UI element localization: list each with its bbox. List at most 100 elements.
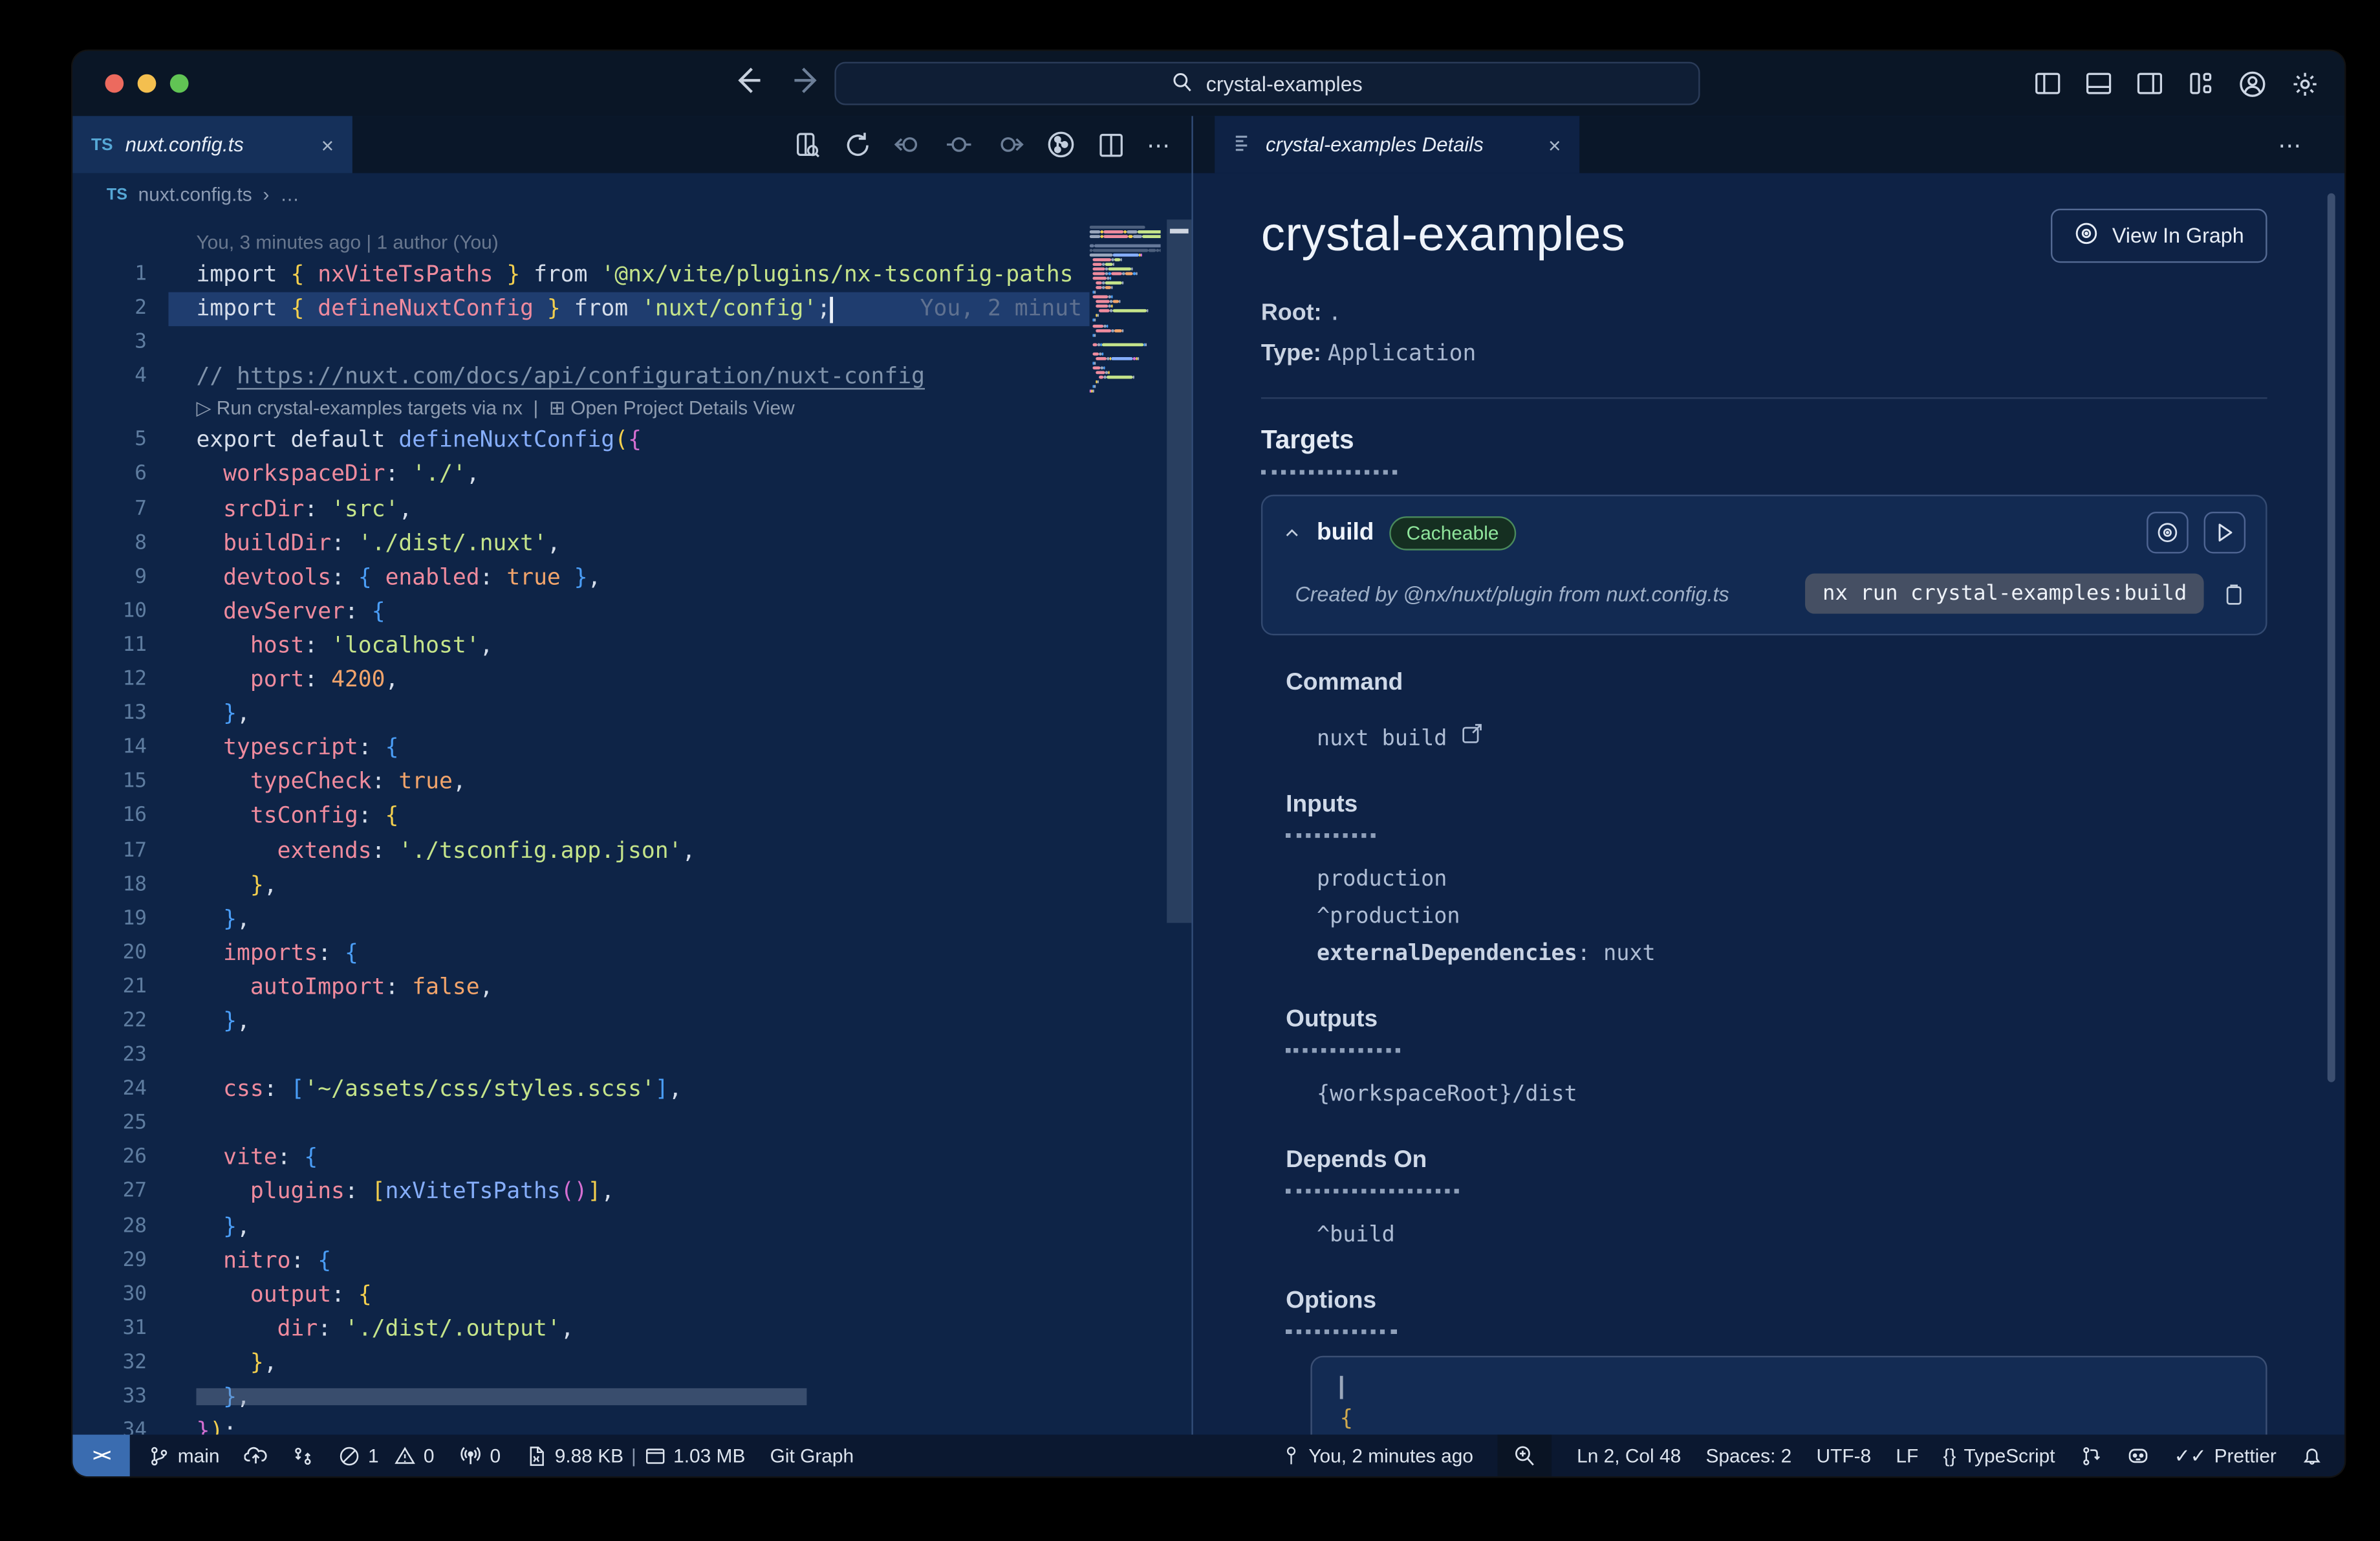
ports-item[interactable]: 0 — [459, 1444, 501, 1467]
code-line[interactable]: 1 import { nxViteTsPaths } from '@nx/vite… — [72, 258, 1089, 292]
codelens-row[interactable]: ▷ Run crystal-examples targets via nx | … — [72, 395, 1089, 424]
input-item: ^production — [1316, 904, 1460, 930]
code-line[interactable]: 29 nitro: { — [72, 1244, 1089, 1278]
split-editor-icon[interactable] — [1098, 131, 1125, 158]
code-line[interactable]: 25 — [72, 1108, 1089, 1142]
command-value[interactable]: nuxt build — [1317, 721, 2267, 758]
panel-more-actions-icon[interactable]: ⋯ — [2278, 116, 2344, 173]
code-line[interactable]: 13}, — [72, 697, 1089, 732]
code-line[interactable]: 4// https://nuxt.com/docs/api/configurat… — [72, 360, 1089, 395]
options-json-editor[interactable]: { "cwd": "."} — [1310, 1355, 2267, 1435]
remote-indicator[interactable]: >< — [72, 1434, 130, 1477]
publish-icon[interactable] — [244, 1444, 268, 1467]
breadcrumb-more[interactable]: … — [280, 184, 299, 205]
previous-change-icon[interactable] — [893, 130, 922, 159]
code-line[interactable]: 15 typeCheck: true, — [72, 766, 1089, 800]
code-line[interactable]: 14 typescript: { — [72, 732, 1089, 766]
next-change-icon[interactable] — [995, 130, 1024, 159]
prettier-item[interactable]: ✓✓ Prettier — [2174, 1444, 2277, 1467]
code-line[interactable]: 5 export default defineNuxtConfig({ — [72, 424, 1089, 459]
code-line[interactable]: 3 — [72, 327, 1089, 361]
code-line[interactable]: 19}, — [72, 902, 1089, 937]
target-name[interactable]: build — [1317, 519, 1374, 547]
copilot-icon[interactable] — [2126, 1444, 2150, 1467]
editor-horizontal-scrollbar[interactable] — [196, 1388, 807, 1406]
code-line[interactable]: 16 tsConfig: { — [72, 800, 1089, 834]
indentation-item[interactable]: Spaces: 2 — [1705, 1445, 1791, 1466]
command-center-search[interactable]: crystal-examples — [834, 61, 1700, 105]
code-line[interactable]: 17 extends: './tsconfig.app.json', — [72, 834, 1089, 868]
minimize-window-button[interactable] — [137, 74, 157, 93]
zoom-indicator[interactable] — [1498, 1434, 1552, 1477]
editor-more-actions-icon[interactable]: ⋯ — [1147, 131, 1173, 158]
code-line[interactable]: 24 css: ['~/assets/css/styles.scss'], — [72, 1073, 1089, 1108]
refresh-icon[interactable] — [844, 131, 872, 158]
code-line[interactable]: 32}, — [72, 1346, 1089, 1381]
maximize-window-button[interactable] — [169, 74, 189, 93]
code-line[interactable]: 7 srcDir: 'src', — [72, 492, 1089, 527]
account-icon[interactable] — [2238, 69, 2267, 98]
blame-row[interactable]: You, 3 minutes ago | 1 author (You) — [72, 229, 1089, 258]
cursor-position-item[interactable]: Ln 2, Col 48 — [1577, 1445, 1681, 1466]
code-line[interactable]: 31 dir: './dist/.output', — [72, 1312, 1089, 1346]
code-line[interactable]: 23 — [72, 1039, 1089, 1073]
notifications-bell-icon[interactable] — [2301, 1445, 2322, 1466]
encoding-item[interactable]: UTF-8 — [1817, 1445, 1872, 1466]
nav-forward-icon[interactable] — [791, 63, 825, 98]
toggle-secondary-sidebar-icon[interactable] — [2136, 70, 2163, 98]
collapse-chevron-icon[interactable] — [1282, 523, 1301, 542]
code-line[interactable]: 22}, — [72, 1005, 1089, 1039]
git-graph-item[interactable]: Git Graph — [770, 1445, 854, 1466]
code-line[interactable]: 2 import { defineNuxtConfig } from 'nuxt/… — [72, 292, 1090, 327]
code-line[interactable]: 28}, — [72, 1210, 1089, 1244]
language-mode-item[interactable]: {} TypeScript — [1943, 1445, 2055, 1466]
git-graph-icon[interactable] — [1046, 130, 1076, 159]
change-indicator-icon[interactable] — [944, 130, 973, 159]
git-actions-icon[interactable] — [292, 1445, 314, 1466]
view-target-in-graph-button[interactable] — [2147, 511, 2189, 554]
code-line[interactable]: 20 imports: { — [72, 937, 1089, 971]
code-line[interactable]: 30 output: { — [72, 1278, 1089, 1313]
toggle-primary-sidebar-icon[interactable] — [2034, 70, 2062, 98]
close-window-button[interactable] — [105, 74, 124, 93]
toggle-panel-icon[interactable] — [2085, 70, 2113, 98]
close-tab-icon[interactable]: × — [306, 132, 334, 157]
code-line[interactable]: 18}, — [72, 868, 1089, 902]
code-line[interactable]: 21 autoImport: false, — [72, 970, 1089, 1005]
code-line[interactable]: 26 vite: { — [72, 1141, 1089, 1175]
copy-command-icon[interactable] — [2222, 582, 2245, 606]
project-details-view: crystal-examples View In Graph Root: . T… — [1193, 173, 2344, 1435]
file-size-item[interactable]: 9.88 KB | 1.03 MB — [525, 1445, 745, 1467]
view-in-graph-button[interactable]: View In Graph — [2050, 208, 2267, 263]
close-tab-icon[interactable]: × — [1533, 132, 1561, 157]
minimap[interactable] — [1089, 224, 1161, 564]
code-line[interactable]: 8 buildDir: './dist/.nuxt', — [72, 527, 1089, 561]
panel-scrollbar[interactable] — [2327, 193, 2335, 1082]
git-branch-item[interactable]: main — [148, 1445, 220, 1467]
customize-layout-icon[interactable] — [2187, 70, 2214, 98]
editor-vertical-scrollbar[interactable] — [1167, 219, 1192, 923]
eol-item[interactable]: LF — [1896, 1445, 1918, 1466]
run-target-button[interactable] — [2203, 511, 2246, 554]
nav-back-icon[interactable] — [730, 63, 764, 98]
code-lines[interactable]: You, 3 minutes ago | 1 author (You) 1 impo… — [72, 217, 1090, 1435]
code-line[interactable]: 27 plugins: [nxViteTsPaths()], — [72, 1175, 1089, 1210]
code-line[interactable]: 12 port: 4200, — [72, 663, 1089, 697]
settings-gear-icon[interactable] — [2290, 69, 2319, 98]
code-line[interactable]: 34}); — [72, 1415, 1089, 1435]
problems-item[interactable]: 1 0 — [339, 1445, 434, 1467]
tab-project-details[interactable]: crystal-examples Details × — [1215, 116, 1580, 173]
external-link-icon[interactable] — [1461, 721, 1484, 758]
tab-nuxt-config[interactable]: TS nuxt.config.ts × — [72, 116, 352, 173]
breadcrumb-file[interactable]: nuxt.config.ts — [138, 184, 252, 205]
run-command-chip[interactable]: nx run crystal-examples:build — [1805, 573, 2204, 614]
code-line[interactable]: 11 host: 'localhost', — [72, 629, 1089, 663]
open-project-details-icon[interactable] — [794, 131, 822, 158]
breadcrumb[interactable]: TS nuxt.config.ts › … — [72, 173, 1192, 217]
code-line[interactable]: 6 workspaceDir: './', — [72, 458, 1089, 492]
sync-icon[interactable] — [2080, 1445, 2101, 1466]
blame-item[interactable]: You, 2 minutes ago — [1281, 1445, 1473, 1467]
code-line[interactable]: 9 devtools: { enabled: true }, — [72, 561, 1089, 595]
code-line[interactable]: 10 devServer: { — [72, 595, 1089, 629]
code-editor[interactable]: You, 3 minutes ago | 1 author (You) 1 impo… — [72, 216, 1192, 1435]
